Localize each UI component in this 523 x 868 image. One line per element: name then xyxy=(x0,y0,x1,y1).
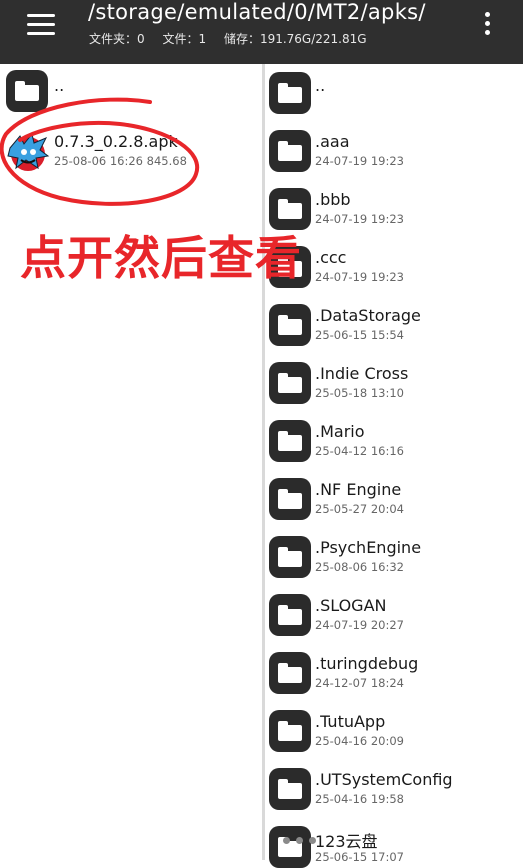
annotation-text: 点开然后查看 xyxy=(20,231,302,285)
folder-name: .Indie Cross xyxy=(315,364,409,383)
folder-icon xyxy=(269,130,311,172)
folder-name: .NF Engine xyxy=(315,480,402,499)
folder-date: 25-04-12 16:16 xyxy=(315,444,404,458)
folder-name: .turingdebug xyxy=(315,654,419,673)
folder-date: 25-06-15 15:54 xyxy=(315,328,404,342)
folder-name: .bbb xyxy=(315,190,351,209)
folder-count: 文件夹：0 xyxy=(89,32,145,46)
folder-date: 25-05-18 13:10 xyxy=(315,386,404,400)
folder-icon xyxy=(269,594,311,636)
folder-name: .ccc xyxy=(315,248,347,267)
folder-icon xyxy=(269,478,311,520)
apk-file-meta: 25-08-06 16:26 845.68 xyxy=(54,154,187,168)
apk-file-name: 0.7.3_0.2.8.apk xyxy=(54,132,178,151)
folder-name: .PsychEngine xyxy=(315,538,422,557)
top-app-bar: /storage/emulated/0/MT2/apks/ 文件夹：0 文件：1… xyxy=(0,0,523,64)
parent-dir-label: .. xyxy=(315,76,326,95)
folder-name: .TutuApp xyxy=(315,712,386,731)
hamburger-icon[interactable] xyxy=(24,12,58,38)
right-file-pane[interactable]: .. .aaa 24-07-19 19:23 .bbb 24-07-19 19:23.… xyxy=(265,64,523,868)
folder-date: 24-07-19 20:27 xyxy=(315,618,404,632)
folder-date: 25-06-15 17:07 xyxy=(315,850,404,864)
folder-icon xyxy=(269,768,311,810)
folder-date: 25-04-16 20:09 xyxy=(315,734,404,748)
folder-name: .SLOGAN xyxy=(315,596,387,615)
folder-name: .Mario xyxy=(315,422,365,441)
scroll-indicator[interactable] xyxy=(283,829,322,848)
folder-date: 25-04-16 19:58 xyxy=(315,792,404,806)
apk-app-icon xyxy=(7,132,50,171)
folder-date: 24-12-07 18:24 xyxy=(315,676,404,690)
folder-date: 24-07-19 19:23 xyxy=(315,154,404,168)
folder-icon xyxy=(269,652,311,694)
folder-icon xyxy=(269,362,311,404)
folder-date: 25-05-27 20:04 xyxy=(315,502,404,516)
directory-stats: 文件夹：0 文件：1 储存：191.76G/221.81G xyxy=(89,30,381,47)
folder-name: .DataStorage xyxy=(315,306,421,325)
folder-date: 25-08-06 16:32 xyxy=(315,560,404,574)
folder-icon xyxy=(269,536,311,578)
left-file-pane[interactable]: .. 0.7.3_0.2.8.apk 25-08-06 16:26 845.68 xyxy=(0,64,262,860)
more-vertical-icon[interactable] xyxy=(481,10,495,38)
folder-date: 24-07-19 19:23 xyxy=(315,270,404,284)
folder-name: .UTSystemConfig xyxy=(315,770,453,789)
parent-dir-label: .. xyxy=(54,76,65,95)
folder-date: 24-07-19 19:23 xyxy=(315,212,404,226)
current-path[interactable]: /storage/emulated/0/MT2/apks/ xyxy=(88,0,426,24)
folder-name: 123云盘 xyxy=(315,832,378,851)
folder-icon xyxy=(269,72,311,114)
folder-name: .aaa xyxy=(315,132,350,151)
folder-icon xyxy=(269,304,311,346)
folder-icon xyxy=(269,420,311,462)
file-count: 文件：1 xyxy=(162,32,207,46)
storage-usage: 储存：191.76G/221.81G xyxy=(223,32,367,46)
folder-icon xyxy=(269,710,311,752)
folder-icon xyxy=(6,70,48,112)
